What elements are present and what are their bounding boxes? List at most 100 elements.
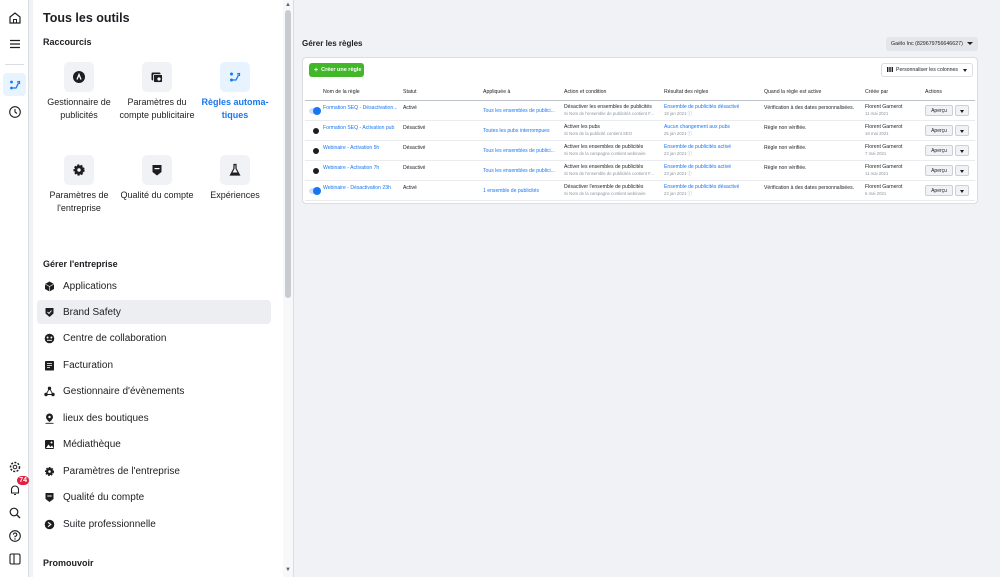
sidebar-item-account-quality[interactable]: Qualité du compte xyxy=(37,485,271,509)
rule-name-link[interactable]: Webinaire - Activation 5h xyxy=(323,145,399,152)
created-date: 11 mai 2021 xyxy=(865,110,889,116)
sidebar-item-media-library[interactable]: Médiathèque xyxy=(37,432,271,456)
condition-text: Si Nom de l'ensemble de publicités conti… xyxy=(564,110,654,116)
rule-toggle[interactable] xyxy=(309,187,321,195)
chevron-down-icon xyxy=(963,69,967,72)
search-icon[interactable] xyxy=(3,501,26,524)
preview-button[interactable]: Aperçu xyxy=(925,105,953,116)
menu-icon[interactable] xyxy=(3,32,26,55)
create-rule-button[interactable]: + Créer une règle xyxy=(309,63,364,77)
creator-name: Florent Garnerot xyxy=(865,164,903,170)
more-actions-button[interactable] xyxy=(955,165,969,176)
more-actions-button[interactable] xyxy=(955,145,969,156)
sidebar-item-brand-safety[interactable]: Brand Safety xyxy=(37,300,271,324)
sidebar-item-business-settings[interactable]: Paramètres de l'entreprise xyxy=(37,459,271,483)
shortcut-label: Expériences xyxy=(210,190,260,200)
sidebar-item-events-manager[interactable]: Gestionnaire d'évènements xyxy=(37,379,271,403)
receipt-icon xyxy=(43,359,55,371)
action-text: Désactiver les ensembles de publicités xyxy=(564,104,652,110)
customize-columns-button[interactable]: Personnaliser les colonnes xyxy=(881,63,973,77)
applied-to-link[interactable]: Toutes les pubs interrompues xyxy=(483,128,559,135)
condition-text: Si Nom de la campagne contient webinaire xyxy=(564,190,646,196)
result-link[interactable]: Ensemble de publicités désactivé xyxy=(664,104,739,110)
shortcut-business-settings[interactable]: Paramètres de l'entreprise xyxy=(41,155,117,214)
result-link[interactable]: Ensemble de publicités activé xyxy=(664,144,731,150)
preview-button[interactable]: Aperçu xyxy=(925,165,953,176)
creator-name: Florent Garnerot xyxy=(865,124,903,130)
applied-to-link[interactable]: Tous les ensembles de publici... xyxy=(483,148,559,155)
cube-icon xyxy=(43,280,55,292)
ad-account-selector[interactable]: Gaëlo Inc (829679756646627) xyxy=(886,37,978,51)
creator-name: Florent Garnerot xyxy=(865,104,903,110)
rule-toggle[interactable] xyxy=(309,107,321,115)
sidebar-item-billing[interactable]: Facturation xyxy=(37,353,271,377)
sidebar-item-applications[interactable]: Applications xyxy=(37,274,271,298)
home-icon[interactable] xyxy=(3,6,26,29)
sidebar-item-store-locations[interactable]: lieux des boutiques xyxy=(37,406,271,430)
plus-icon: + xyxy=(314,66,319,74)
created-date: 7 mai 2021 xyxy=(865,150,887,156)
help-icon[interactable] xyxy=(3,524,26,547)
rail-divider xyxy=(5,64,24,65)
clock-icon[interactable] xyxy=(3,100,26,123)
notifications-bell-icon[interactable]: 74 xyxy=(3,476,29,501)
rule-name-link[interactable]: Webinaire - Activation 7h xyxy=(323,165,399,172)
more-actions-button[interactable] xyxy=(955,185,969,196)
shortcut-ad-account-settings[interactable]: Paramètres du compte publicitaire xyxy=(119,62,195,121)
sidebar-item-label: Suite professionnelle xyxy=(63,518,156,530)
shortcut-label: Paramètres du compte publicitaire xyxy=(119,97,195,120)
scroll-up-arrow-icon[interactable]: ▲ xyxy=(284,1,292,9)
rule-name-link[interactable]: Webinaire - Désactivation 23h xyxy=(323,185,399,192)
rule-toggle[interactable] xyxy=(309,128,320,134)
sidebar-item-business-suite[interactable]: Suite professionnelle xyxy=(37,512,271,536)
column-header-applied-to[interactable]: Appliquée à xyxy=(483,89,510,95)
ad-account-label: Gaëlo Inc (829679756646627) xyxy=(891,41,963,47)
column-header-actions: Actions xyxy=(925,89,943,95)
panel-scrollbar[interactable]: ▲ ▼ xyxy=(283,0,293,577)
column-header-when-active[interactable]: Quand la règle est active xyxy=(764,89,821,95)
column-header-created-by[interactable]: Créée par xyxy=(865,89,888,95)
when-active: Règle non vérifiée. xyxy=(764,125,807,131)
rule-name-link[interactable]: Formation SEQ - Désactivation... xyxy=(323,105,399,112)
sidebar-item-collaboration-center[interactable]: Centre de collaboration xyxy=(37,326,271,350)
rule-status: Désactivé xyxy=(403,165,426,171)
column-header-name[interactable]: Nom de la règle xyxy=(323,89,360,95)
rule-toggle[interactable] xyxy=(309,148,320,154)
shortcut-automated-rules[interactable]: Règles automa-tiques xyxy=(197,62,273,121)
rule-name-link[interactable]: Formation SEQ - Activation pub xyxy=(323,125,399,132)
column-header-action[interactable]: Action et condition xyxy=(564,89,606,95)
gear-icon[interactable] xyxy=(3,455,26,478)
promote-section-title: Promouvoir xyxy=(43,558,94,568)
create-rule-label: Créer une règle xyxy=(321,67,362,73)
result-link[interactable]: Aucun changement aux pubs xyxy=(664,124,730,130)
page-title: Gérer les règles xyxy=(302,39,363,48)
more-actions-button[interactable] xyxy=(955,105,969,116)
preview-button[interactable]: Aperçu xyxy=(925,125,953,136)
created-date: 6 mai 2021 xyxy=(865,190,887,196)
applied-to-link[interactable]: Tous les ensembles de publici... xyxy=(483,168,559,175)
rule-toggle[interactable] xyxy=(309,168,320,174)
result-link[interactable]: Ensemble de publicités désactivé xyxy=(664,184,739,190)
applied-to-link[interactable]: Tous les ensembles de publici... xyxy=(483,108,559,115)
automated-rules-icon[interactable] xyxy=(3,73,26,96)
left-rail: 74 xyxy=(0,0,29,577)
ad-account-settings-icon xyxy=(142,62,172,92)
gear-icon xyxy=(43,465,55,477)
scroll-down-arrow-icon[interactable]: ▼ xyxy=(284,566,292,574)
rule-result: Ensemble de publicités activé 23 jan 2021… xyxy=(664,144,759,157)
table-row: Webinaire - Activation 5h Désactivé Tous l… xyxy=(305,141,975,161)
column-header-status[interactable]: Statut xyxy=(403,89,417,95)
shortcut-experiments[interactable]: Expériences xyxy=(197,155,273,202)
result-link[interactable]: Ensemble de publicités activé xyxy=(664,164,731,170)
applied-to-link[interactable]: 1 ensemble de publicités xyxy=(483,188,559,195)
preview-button[interactable]: Aperçu xyxy=(925,185,953,196)
collapse-panel-icon[interactable] xyxy=(3,547,26,570)
when-active: Règle non vérifiée. xyxy=(764,145,807,151)
shortcut-ads-manager[interactable]: Gestionnaire de publicités xyxy=(41,62,117,121)
shortcut-account-quality[interactable]: Qualité du compte xyxy=(119,155,195,202)
more-actions-button[interactable] xyxy=(955,125,969,136)
rule-status: Désactivé xyxy=(403,145,426,151)
scroll-thumb[interactable] xyxy=(285,10,291,298)
column-header-result[interactable]: Résultat des règles xyxy=(664,89,708,95)
preview-button[interactable]: Aperçu xyxy=(925,145,953,156)
